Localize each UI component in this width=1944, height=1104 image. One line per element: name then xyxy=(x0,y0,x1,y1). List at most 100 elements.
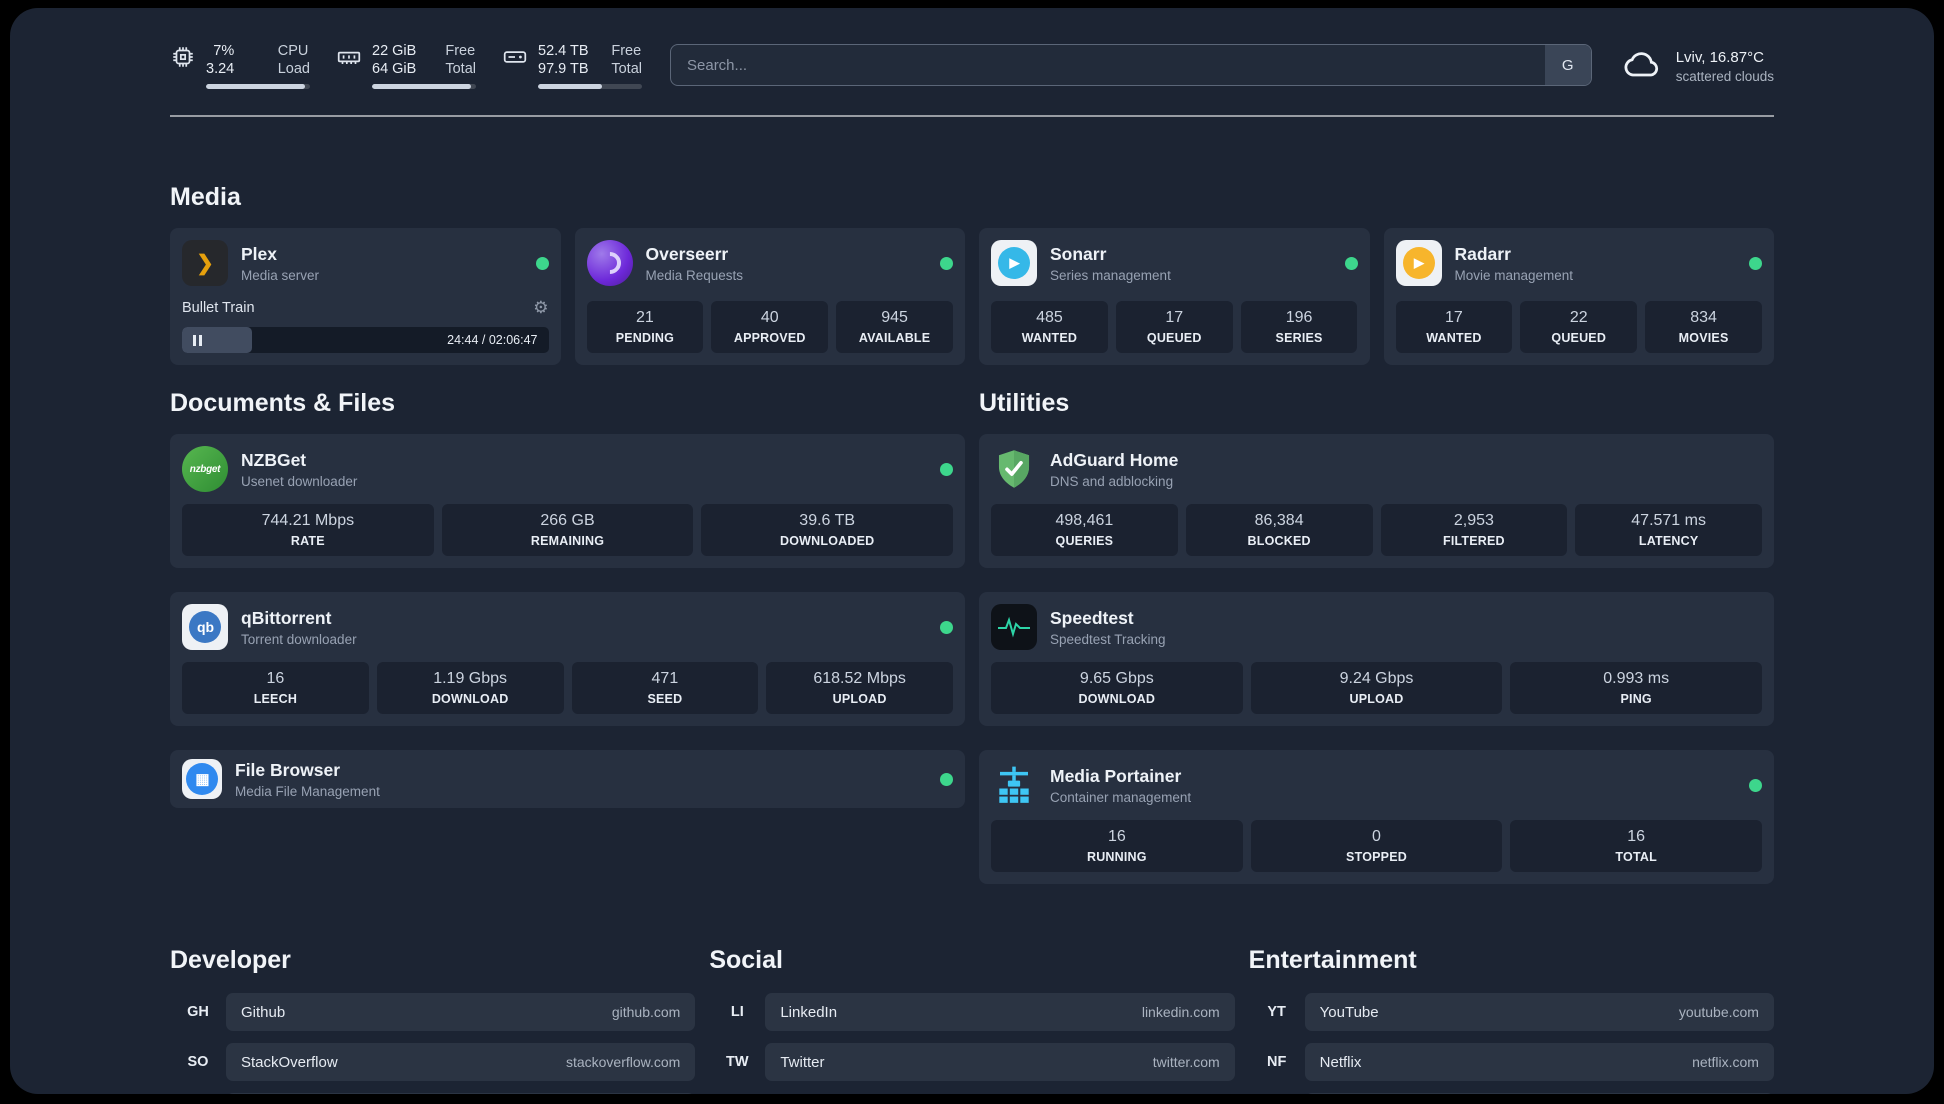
memory-bar-fill xyxy=(372,84,471,90)
stat-label: BLOCKED xyxy=(1247,534,1311,548)
cloud-icon xyxy=(1620,42,1664,91)
service-card-speedtest[interactable]: Speedtest Speedtest Tracking 9.65 Gbps D… xyxy=(979,592,1774,726)
gear-icon[interactable]: ⚙ xyxy=(533,298,548,318)
bookmark-group-title: Developer xyxy=(170,946,291,974)
stat-wanted: 17 WANTED xyxy=(1395,301,1513,353)
bookmark-body: Netflix netflix.com xyxy=(1304,1043,1774,1081)
stat-value: 16 xyxy=(1107,828,1126,845)
service-card-media-portainer[interactable]: Media Portainer Container management 16 … xyxy=(979,750,1774,884)
playback-progress-bar[interactable]: 24:44 / 02:06:47 xyxy=(182,327,549,353)
stat-label: APPROVED xyxy=(733,331,806,345)
stat-value: 471 xyxy=(651,670,679,687)
search-input[interactable] xyxy=(670,44,1592,86)
bookmark-body: DEV dev.to xyxy=(226,1093,696,1094)
search-bar: G xyxy=(670,44,1592,86)
stat-label: LATENCY xyxy=(1638,534,1699,548)
service-card-plex[interactable]: ❯ Plex Media server Bullet Train ⚙ 24:44… xyxy=(170,228,561,365)
service-subtitle: Series management xyxy=(1050,267,1171,283)
bookmark-linkedin[interactable]: LI LinkedIn linkedin.com xyxy=(709,993,1235,1031)
service-card-nzbget[interactable]: nzbget NZBGet Usenet downloader 744.21 M… xyxy=(170,434,965,568)
service-name: qBittorrent xyxy=(241,607,332,628)
status-dot xyxy=(535,256,549,270)
service-card-sonarr[interactable]: ▶ Sonarr Series management 485 WANTED 17 … xyxy=(979,228,1370,365)
bookmark-name: Github xyxy=(241,1003,286,1021)
disk-label-top: Free xyxy=(611,43,642,59)
section-title-documents: Documents & Files xyxy=(170,389,396,417)
stat-value: 17 xyxy=(1165,309,1184,326)
stat-value: 266 GB xyxy=(540,512,595,529)
stat-label: DOWNLOADED xyxy=(780,534,875,548)
service-stats: 16 LEECH 1.19 Gbps DOWNLOAD 471 SEED 618.52… xyxy=(182,662,953,714)
stat-label: DOWNLOAD xyxy=(1078,692,1156,706)
bookmark-name: YouTube xyxy=(1319,1003,1379,1021)
nzbget-icon: nzbget xyxy=(182,446,228,492)
cpu-label-top: CPU xyxy=(277,43,309,59)
stat-rate: 744.21 Mbps RATE xyxy=(182,504,434,556)
bookmark-youtube[interactable]: YT YouTube youtube.com xyxy=(1249,993,1774,1031)
service-header: ▶ Radarr Movie management xyxy=(1395,240,1762,286)
bookmark-url: linkedin.com xyxy=(1141,1004,1220,1020)
stat-wanted: 485 WANTED xyxy=(991,301,1108,353)
service-header: nzbget NZBGet Usenet downloader xyxy=(182,446,953,492)
bookmark-github[interactable]: GH Github github.com xyxy=(170,993,696,1031)
bookmark-twitter[interactable]: TW Twitter twitter.com xyxy=(709,1043,1235,1081)
service-subtitle: Media server xyxy=(241,267,320,283)
service-name: AdGuard Home xyxy=(1050,449,1179,470)
sonarr-icon: ▶ xyxy=(991,240,1037,286)
bookmark-url: youtube.com xyxy=(1678,1004,1759,1020)
documents-cards-column: nzbget NZBGet Usenet downloader 744.21 M… xyxy=(170,434,965,808)
bookmark-netflix[interactable]: NF Netflix netflix.com xyxy=(1249,1043,1774,1081)
stat-value: 16 xyxy=(266,670,285,687)
stat-value: 21 xyxy=(636,309,654,326)
stat-value: 47.571 ms xyxy=(1631,512,1706,529)
bookmark-abbr: NF xyxy=(1266,1054,1287,1070)
stat-pending: 21 PENDING xyxy=(586,301,704,353)
bookmark-body: StackOverflow stackoverflow.com xyxy=(226,1043,696,1081)
stat-running: 16 RUNNING xyxy=(991,820,1243,872)
speedtest-icon xyxy=(991,604,1037,650)
disk-total: 97.9 TB xyxy=(538,61,589,78)
section-title-utilities: Utilities xyxy=(979,389,1070,417)
bookmark-reddit[interactable]: RE Reddit reddit.com xyxy=(1249,1093,1774,1094)
pause-icon[interactable] xyxy=(193,334,202,346)
disk-widget: 52.4 TB 97.9 TB Free Total xyxy=(502,42,642,90)
stat-remaining: 266 GB REMAINING xyxy=(441,504,694,556)
stat-series: 196 SERIES xyxy=(1240,301,1358,353)
stat-download: 1.19 Gbps DOWNLOAD xyxy=(376,662,564,714)
service-card-radarr[interactable]: ▶ Radarr Movie management 17 WANTED 22 QU… xyxy=(1383,228,1774,365)
service-header: Media Portainer Container management xyxy=(991,762,1762,808)
service-stats: 744.21 Mbps RATE 266 GB REMAINING 39.6 TB … xyxy=(182,504,954,556)
stat-approved: 40 APPROVED xyxy=(711,301,829,353)
service-subtitle: Media Requests xyxy=(645,267,744,283)
service-name: Radarr xyxy=(1454,243,1511,264)
service-header: Speedtest Speedtest Tracking xyxy=(991,604,1762,650)
service-card-overseerr[interactable]: Overseerr Media Requests 21 PENDING 40 AP… xyxy=(574,228,965,365)
service-name: Media Portainer xyxy=(1050,765,1182,786)
bookmark-group-developer: Developer GH Github github.com SO StackOv… xyxy=(170,946,696,1094)
stat-label: MOVIES xyxy=(1678,331,1729,345)
bookmark-group-entertainment: Entertainment YT YouTube youtube.com NF N… xyxy=(1249,946,1774,1094)
bookmarks-area: Developer GH Github github.com SO StackOv… xyxy=(170,946,1774,1094)
stat-upload: 618.52 Mbps UPLOAD xyxy=(766,662,953,714)
bookmark-stackoverflow[interactable]: SO StackOverflow stackoverflow.com xyxy=(170,1043,696,1081)
stat-value: 22 xyxy=(1569,309,1588,326)
bookmark-abbr: GH xyxy=(187,1004,209,1020)
bookmark-group-social: Social LI LinkedIn linkedin.com TW Twitte… xyxy=(709,946,1235,1094)
stat-blocked: 86,384 BLOCKED xyxy=(1185,504,1373,556)
stat-label: UPLOAD xyxy=(832,692,887,706)
service-card-qbittorrent[interactable]: qb qBittorrent Torrent downloader 16 LEE… xyxy=(170,592,965,726)
cpu-bar-fill xyxy=(206,84,305,90)
stat-label: RATE xyxy=(290,534,325,548)
service-subtitle: Speedtest Tracking xyxy=(1050,631,1166,647)
cpu-label-bottom: Load xyxy=(277,61,310,78)
service-card-file-browser[interactable]: ▦ File Browser Media File Management xyxy=(170,750,965,808)
cpu-bar xyxy=(206,84,310,90)
search-provider-button[interactable]: G xyxy=(1544,45,1591,85)
section-documents: Documents & Files nzbget NZBGet Usenet d… xyxy=(170,389,965,884)
service-card-adguard-home[interactable]: AdGuard Home DNS and adblocking 498,461 … xyxy=(979,434,1774,568)
stat-label: SEED xyxy=(647,692,683,706)
cpu-widget: 7% 3.24 CPU Load xyxy=(170,42,310,90)
stat-movies: 834 MOVIES xyxy=(1645,301,1762,353)
bookmark-dev[interactable]: DT DEV dev.to xyxy=(170,1093,696,1094)
stat-value: 9.65 Gbps xyxy=(1079,670,1154,687)
